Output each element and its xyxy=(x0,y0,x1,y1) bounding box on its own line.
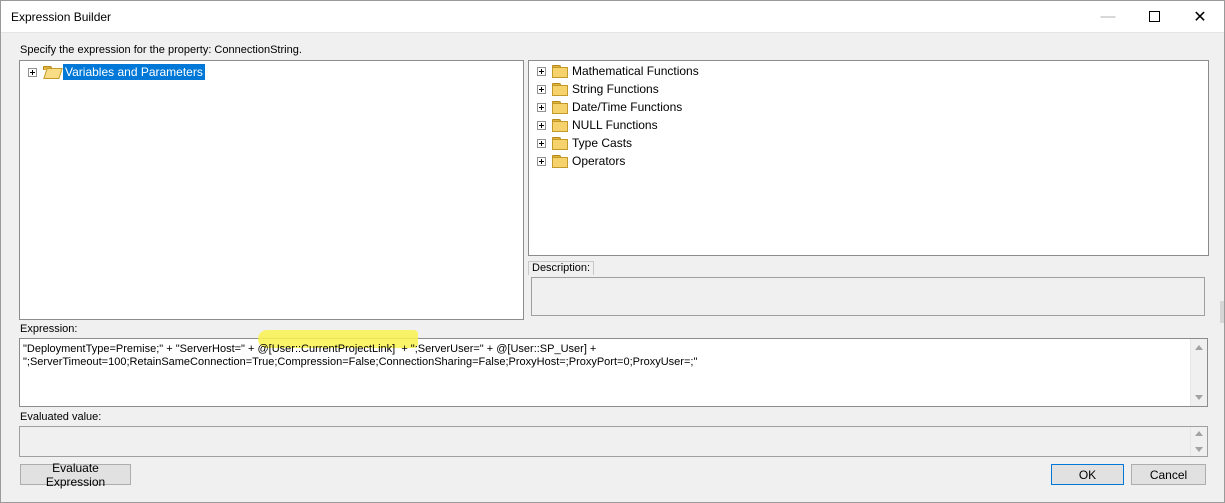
folder-icon xyxy=(552,65,568,78)
tree-node-label: NULL Functions xyxy=(572,118,658,132)
property-prompt: Specify the expression for the property:… xyxy=(20,44,302,56)
expand-icon[interactable] xyxy=(537,84,546,94)
description-box xyxy=(531,277,1205,316)
resize-grip[interactable] xyxy=(1220,301,1224,323)
expression-value[interactable]: "DeploymentType=Premise;" + "ServerHost=… xyxy=(23,343,1183,369)
tree-node-date-time-functions[interactable]: Date/Time Functions xyxy=(537,99,682,115)
tree-node-label: Mathematical Functions xyxy=(572,64,699,78)
variables-tree[interactable]: Variables and Parameters xyxy=(19,60,524,320)
expand-icon[interactable] xyxy=(537,102,546,112)
folder-icon xyxy=(552,137,568,150)
evaluated-value-box xyxy=(19,426,1208,457)
tree-node-label: Variables and Parameters xyxy=(63,64,205,80)
evaluated-value-label: Evaluated value: xyxy=(20,411,102,423)
expression-builder-window: Expression Builder — ✕ Specify the expre… xyxy=(0,0,1225,503)
tree-node-null-functions[interactable]: NULL Functions xyxy=(537,117,658,133)
window-title: Expression Builder xyxy=(11,10,112,24)
folder-icon xyxy=(552,101,568,114)
expand-icon[interactable] xyxy=(537,66,546,76)
folder-open-icon xyxy=(43,66,63,79)
close-button[interactable]: ✕ xyxy=(1177,1,1223,32)
expand-icon[interactable] xyxy=(28,67,37,77)
folder-icon xyxy=(552,83,568,96)
scroll-up-icon[interactable] xyxy=(1195,345,1203,350)
evaluated-scrollbar[interactable] xyxy=(1190,427,1207,456)
functions-tree[interactable]: Mathematical Functions String Functions … xyxy=(528,60,1209,256)
evaluate-expression-button[interactable]: Evaluate Expression xyxy=(20,461,131,489)
minimize-button[interactable]: — xyxy=(1085,1,1131,32)
expression-textarea[interactable]: "DeploymentType=Premise;" + "ServerHost=… xyxy=(19,330,1208,407)
title-bar[interactable]: Expression Builder — ✕ xyxy=(1,1,1224,33)
tree-node-type-casts[interactable]: Type Casts xyxy=(537,135,632,151)
cancel-button[interactable]: Cancel xyxy=(1131,464,1206,485)
expand-icon[interactable] xyxy=(537,138,546,148)
tree-node-mathematical-functions[interactable]: Mathematical Functions xyxy=(537,63,699,79)
expand-icon[interactable] xyxy=(537,156,546,166)
folder-icon xyxy=(552,155,568,168)
expand-icon[interactable] xyxy=(537,120,546,130)
tree-node-label: Type Casts xyxy=(572,136,633,150)
tree-node-string-functions[interactable]: String Functions xyxy=(537,81,659,97)
scroll-up-icon[interactable] xyxy=(1195,431,1203,436)
expression-label: Expression: xyxy=(20,323,78,335)
tree-node-label: String Functions xyxy=(572,82,659,96)
scroll-down-icon[interactable] xyxy=(1195,447,1203,452)
tree-node-operators[interactable]: Operators xyxy=(537,153,625,169)
minimize-icon: — xyxy=(1100,8,1116,25)
ok-button[interactable]: OK xyxy=(1051,464,1124,485)
expression-scrollbar[interactable] xyxy=(1190,339,1207,406)
scroll-down-icon[interactable] xyxy=(1195,395,1203,400)
tree-node-label: Date/Time Functions xyxy=(572,100,683,114)
close-icon: ✕ xyxy=(1193,8,1207,26)
folder-icon xyxy=(552,119,568,132)
maximize-icon xyxy=(1148,11,1160,22)
maximize-button[interactable] xyxy=(1131,1,1177,32)
tree-node-variables-and-parameters[interactable]: Variables and Parameters xyxy=(28,64,205,80)
tree-node-label: Operators xyxy=(572,154,626,168)
description-label: Description: xyxy=(528,261,595,275)
